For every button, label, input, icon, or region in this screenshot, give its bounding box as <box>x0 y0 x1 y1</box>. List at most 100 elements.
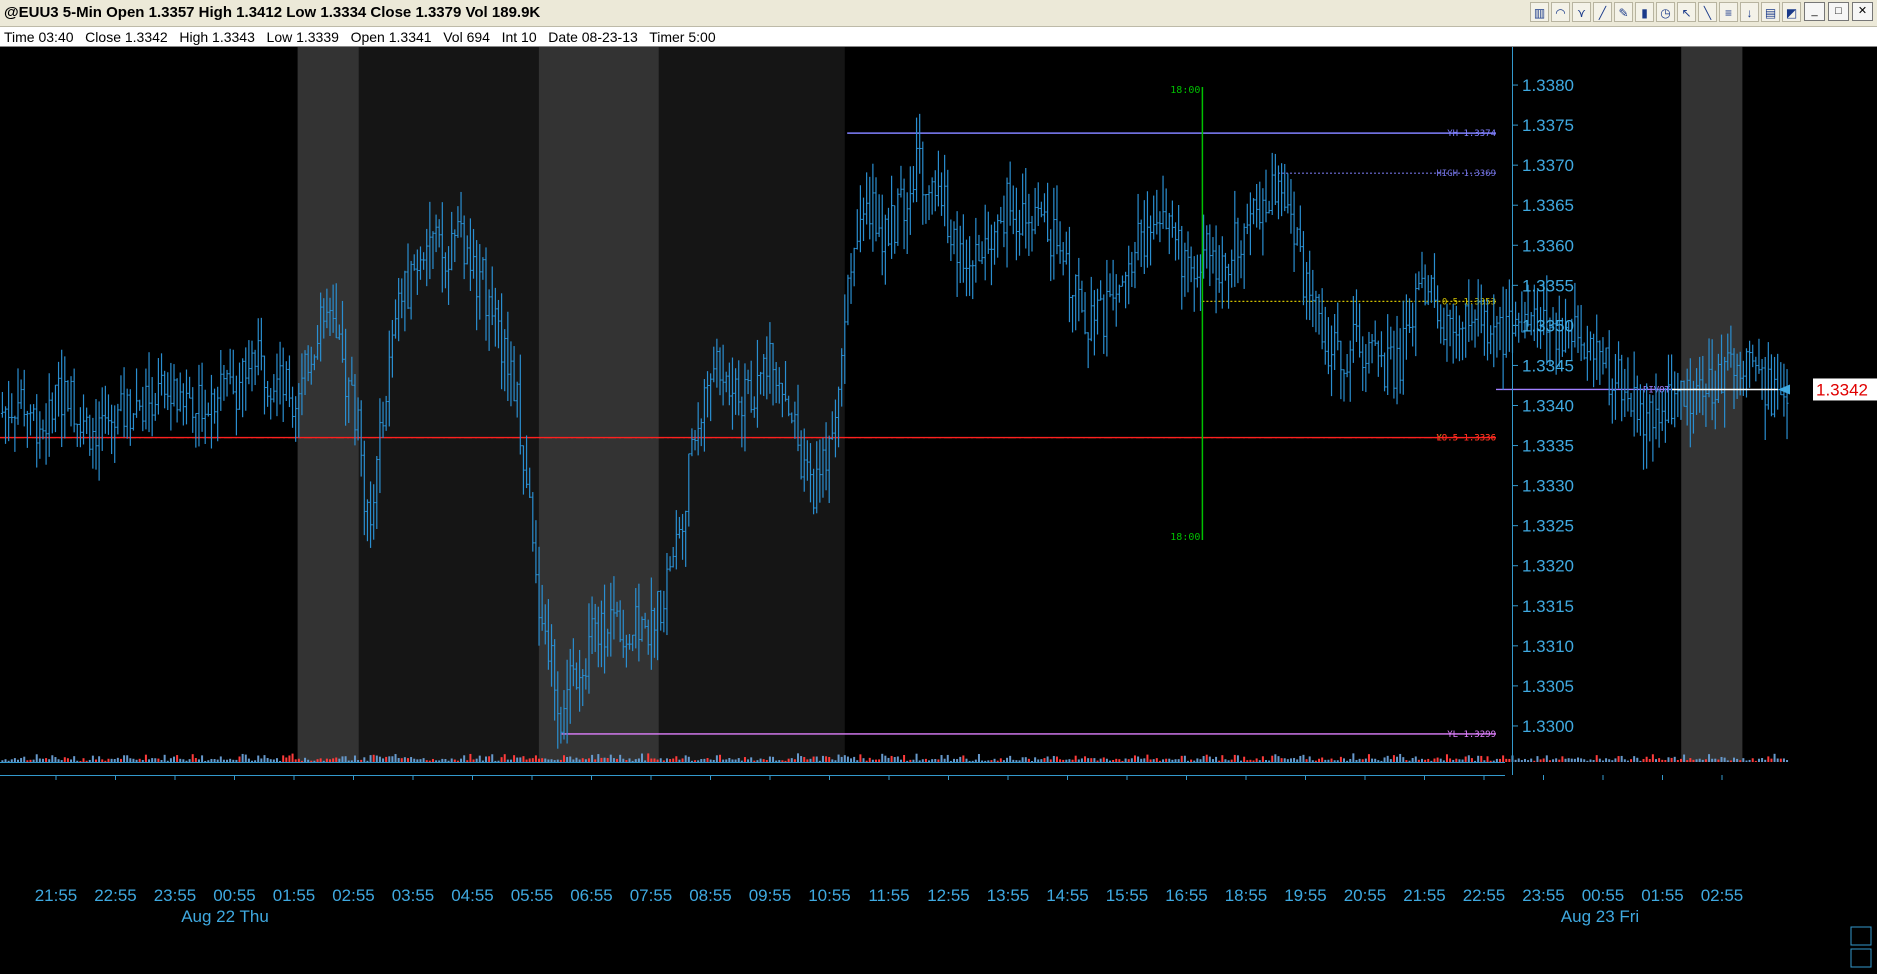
volume-bar <box>1630 759 1633 762</box>
volume-bar <box>1205 754 1208 762</box>
volume-bar <box>1648 758 1651 762</box>
volume-bar <box>1611 760 1614 762</box>
volume-bar <box>397 758 400 762</box>
volume-bar <box>1249 759 1252 762</box>
volume-bar <box>76 760 79 762</box>
fib-fan-icon[interactable]: ⋎ <box>1572 2 1591 22</box>
volume-bar <box>1327 759 1330 762</box>
level-label: YL 1.3299 <box>1447 730 1496 740</box>
minimize-button[interactable]: _ <box>1804 2 1825 21</box>
volume-bar <box>1218 760 1221 762</box>
volume-bar <box>1577 757 1579 762</box>
volume-bar <box>659 758 662 762</box>
volume-bar <box>956 759 959 762</box>
volume-bar <box>1408 760 1411 762</box>
timer-icon[interactable]: ◷ <box>1656 2 1675 22</box>
volume-bar <box>1536 756 1539 762</box>
volume-bar <box>859 754 862 762</box>
volume-bar <box>1059 759 1062 762</box>
volume-bar <box>715 755 718 762</box>
volume-bar <box>1570 758 1573 762</box>
volume-bar <box>1130 758 1133 762</box>
volume-bar <box>513 755 516 762</box>
trash-icon[interactable]: ▤ <box>1761 2 1780 22</box>
arrow-down-icon[interactable]: ↓ <box>1740 2 1759 22</box>
volume-bar <box>204 760 207 762</box>
volume-bar <box>238 756 241 762</box>
price-chart[interactable]: YH 1.3374HIGH 1.33690.5 1.3353PIVOTYO.5 … <box>0 47 1877 974</box>
volume-bar <box>912 759 915 762</box>
volume-bar <box>372 754 375 762</box>
volume-bar <box>229 758 232 762</box>
volume-bar <box>1514 759 1517 762</box>
y-tick-label: 1.3370 <box>1522 156 1574 175</box>
volume-bar <box>1211 759 1214 762</box>
volume-bar <box>538 758 541 762</box>
draw-arcs-icon[interactable]: ◠ <box>1551 2 1570 22</box>
volume-bar <box>875 759 877 762</box>
volume-bar <box>1293 757 1296 762</box>
volume-bar <box>485 756 487 762</box>
candle-icon[interactable]: ▮ <box>1635 2 1654 22</box>
volume-bar <box>1146 754 1149 762</box>
last-price-label: 1.3342 <box>1816 380 1868 399</box>
volume-bar <box>1155 758 1158 762</box>
volume-bar <box>1255 758 1258 762</box>
volume-bar <box>375 755 378 762</box>
volume-bar <box>113 759 116 762</box>
close-button[interactable]: ✕ <box>1852 2 1873 21</box>
volume-bar <box>1527 760 1530 762</box>
volume-bar <box>1573 758 1576 762</box>
volume-bar <box>1739 760 1742 762</box>
volume-bar <box>460 758 463 762</box>
volume-bar <box>631 760 634 762</box>
volume-bar <box>173 756 175 762</box>
fib-retrace-icon[interactable]: ≡ <box>1719 2 1738 22</box>
volume-bar <box>1601 760 1604 762</box>
volume-bar <box>591 754 594 762</box>
x-tick-label: 02:55 <box>332 886 375 905</box>
volume-bar <box>95 759 97 762</box>
volume-bar <box>1012 759 1015 762</box>
volume-bar <box>338 758 341 762</box>
eraser-icon[interactable]: ◩ <box>1782 2 1801 22</box>
x-tick-label: 14:55 <box>1046 886 1089 905</box>
maximize-button[interactable]: □ <box>1828 2 1849 21</box>
scroll-left-button[interactable] <box>1850 926 1872 946</box>
brush-icon[interactable]: ╱ <box>1593 2 1612 22</box>
volume-bar <box>1704 759 1707 762</box>
volume-bar <box>1318 758 1321 762</box>
volume-bar <box>54 757 57 762</box>
volume-bar <box>787 758 790 762</box>
volume-bar <box>353 755 356 762</box>
volume-bar <box>500 757 503 762</box>
volume-bar <box>1302 754 1305 762</box>
volume-bar <box>1651 754 1654 762</box>
volume-bar <box>1711 758 1714 762</box>
volume-bar <box>921 759 924 762</box>
x-tick-label: 03:55 <box>392 886 435 905</box>
volume-bar <box>893 757 896 762</box>
volume-bar <box>541 758 544 762</box>
data-window-bar: Time 03:40 Close 1.3342 High 1.3343 Low … <box>0 27 1877 47</box>
scroll-right-button[interactable] <box>1850 948 1872 968</box>
volume-bar <box>1786 760 1789 762</box>
volume-bar <box>269 759 272 762</box>
volume-bar <box>1149 759 1152 762</box>
x-tick-label: 18:55 <box>1225 886 1268 905</box>
volume-bar <box>313 760 316 762</box>
chart-style-icon[interactable]: ▥ <box>1530 2 1549 22</box>
y-tick-label: 1.3300 <box>1522 717 1574 736</box>
volume-bar <box>1539 759 1542 762</box>
volume-bar <box>1392 755 1395 762</box>
x-tick-label: 21:55 <box>35 886 78 905</box>
cursor-icon[interactable]: ↖ <box>1677 2 1696 22</box>
x-tick-label: 06:55 <box>570 886 613 905</box>
pencil-icon[interactable]: ✎ <box>1614 2 1633 22</box>
volume-bar <box>1068 759 1071 762</box>
volume-bar <box>1520 760 1523 762</box>
draw-line-icon[interactable]: ╲ <box>1698 2 1717 22</box>
volume-bar <box>226 759 229 762</box>
volume-bar <box>1289 758 1292 762</box>
x-tick-label: 04:55 <box>451 886 494 905</box>
